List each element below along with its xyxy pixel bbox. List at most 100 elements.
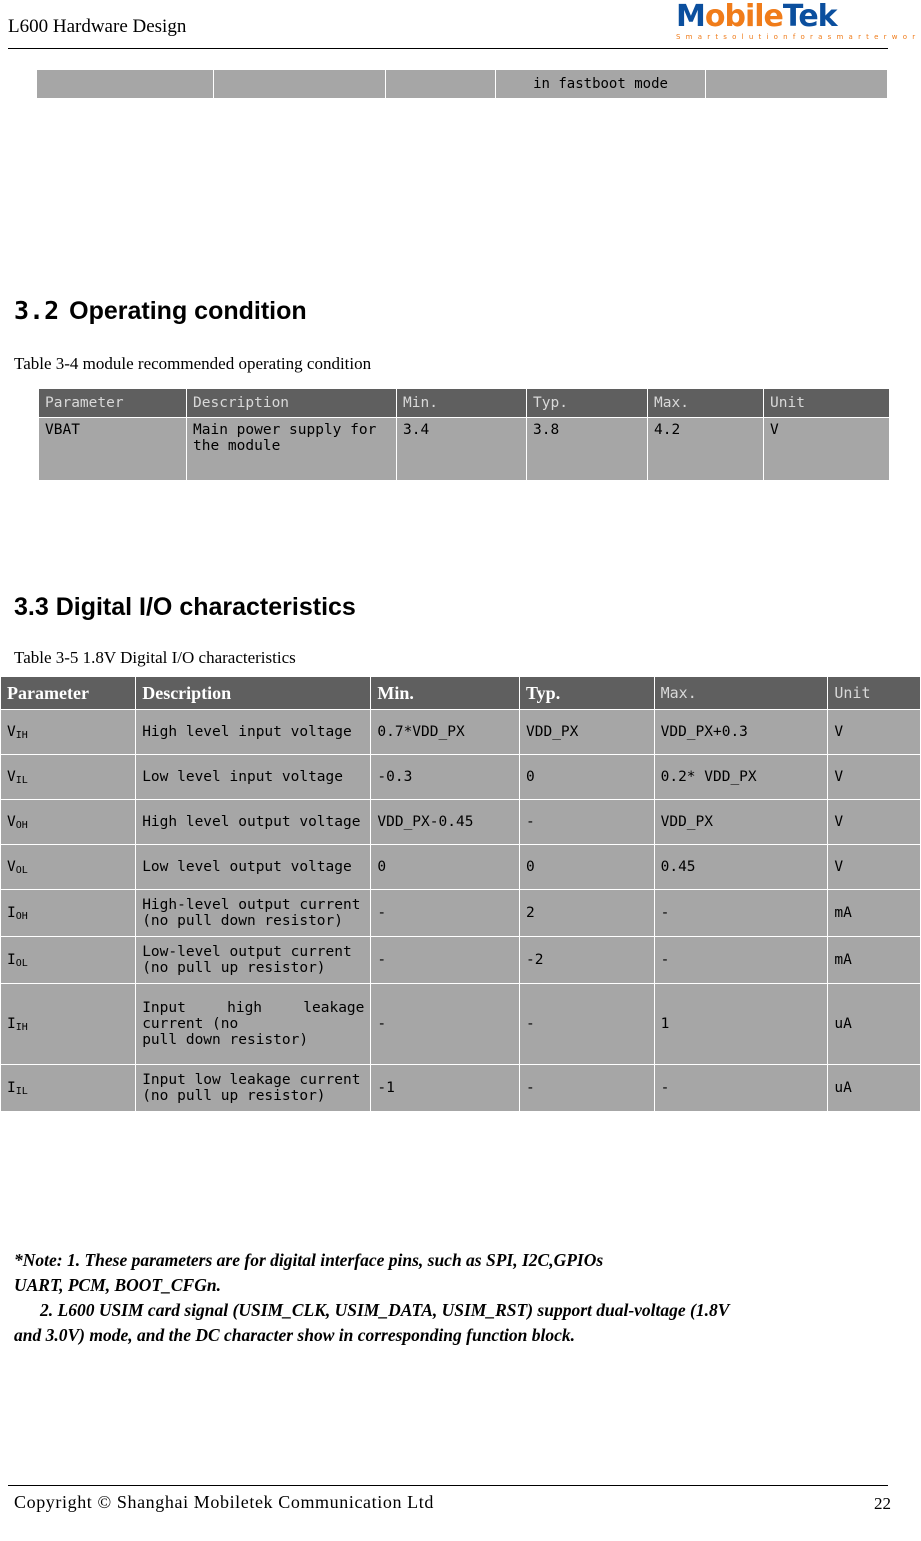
cell-description: High level input voltage [135, 709, 372, 755]
cell-parameter: VIL [0, 754, 137, 800]
cell-typ: - [519, 983, 655, 1065]
param-base: V [7, 814, 16, 830]
top-table-cell-1 [36, 69, 214, 99]
logo-wordmark: MobileTek [676, 2, 891, 32]
cell-parameter: IIL [0, 1064, 137, 1112]
cell-description-line-2: (no pull up resistor) [142, 960, 326, 976]
continued-table-fragment: in fastboot mode [36, 69, 888, 99]
cell-description: Low level output voltage [135, 844, 372, 890]
cell-description-line-2: (no pull up resistor) [142, 1088, 326, 1104]
logo-part-1: M [676, 0, 706, 34]
param-subscript: IL [15, 775, 28, 786]
table-row: IOL Low-level output current (no pull up… [0, 936, 921, 984]
param-subscript: OH [15, 911, 28, 922]
table-row: IOH High-level output current (no pull d… [0, 889, 921, 937]
cell-description-line-2: current (no [142, 1016, 239, 1032]
cell-max: VDD_PX+0.3 [653, 709, 829, 755]
cell-description: Low-level output current (no pull up res… [135, 936, 372, 984]
top-table-cell-4: in fastboot mode [495, 69, 706, 99]
section-title-3-2: Operating condition [69, 297, 307, 325]
top-table-cell-5 [705, 69, 888, 99]
cell-unit: uA [827, 1064, 921, 1112]
cell-max: - [653, 936, 829, 984]
param-base: I [7, 905, 16, 921]
cell-min: - [370, 889, 521, 937]
cell-description-line-1: Input low leakage current [142, 1072, 361, 1088]
table-caption-3-5: Table 3-5 1.8V Digital I/O characteristi… [14, 648, 296, 667]
header-divider [8, 48, 888, 49]
cell-unit: mA [827, 936, 921, 984]
note-line-1: *Note: 1. These parameters are for digit… [14, 1250, 604, 1270]
logo-tagline: S m a r t s o l u t i o n f o r a s m a … [676, 33, 921, 41]
header-parameter: Parameter [0, 676, 137, 710]
mobiletek-logo: MobileTek S m a r t s o l u t i o n f o … [676, 2, 921, 46]
table-caption-3-4: Table 3-4 module recommended operating c… [14, 354, 372, 373]
table-header-row: Parameter Description Min. Typ. Max. Uni… [38, 388, 890, 418]
cell-max: VDD_PX [653, 799, 829, 845]
cell-max: - [653, 1064, 829, 1112]
table-row: VIH High level input voltage 0.7*VDD_PX … [0, 709, 921, 755]
cell-description: Low level input voltage [135, 754, 372, 800]
cell-min: - [370, 936, 521, 984]
param-subscript: OH [15, 820, 28, 831]
cell-min: 0 [370, 844, 521, 890]
param-subscript: IL [15, 1086, 28, 1097]
cell-description-line-1: Main power supply for [193, 422, 377, 438]
top-table-cell-2 [213, 69, 386, 99]
section-number-3-2: 3.2 [14, 296, 60, 325]
footer-page-number: 22 [874, 1494, 891, 1513]
table-row: VIL Low level input voltage -0.3 0 0.2* … [0, 754, 921, 800]
table-row: in fastboot mode [36, 69, 888, 99]
cell-description: Input low leakage current (no pull up re… [135, 1064, 372, 1112]
cell-unit: mA [827, 889, 921, 937]
param-base: I [7, 952, 16, 968]
section-heading-3-3: 3.3 Digital I/O characteristics [14, 593, 356, 621]
note-line-4: and 3.0V) mode, and the DC character sho… [14, 1325, 576, 1345]
cell-max: 4.2 [647, 417, 764, 481]
cell-typ: 2 [519, 889, 655, 937]
header-unit: Unit [827, 676, 921, 710]
header-parameter: Parameter [38, 388, 187, 418]
header-min: Min. [396, 388, 527, 418]
header-typ: Typ. [519, 676, 655, 710]
param-subscript: IH [15, 730, 28, 741]
param-base: I [7, 1016, 16, 1032]
header-max: Max. [653, 676, 829, 710]
cell-description: High level output voltage [135, 799, 372, 845]
cell-unit: V [827, 799, 921, 845]
page-header: L600 Hardware Design MobileTek S m a r t… [0, 0, 921, 52]
header-unit: Unit [763, 388, 890, 418]
header-max: Max. [647, 388, 764, 418]
table-3-4: Parameter Description Min. Typ. Max. Uni… [38, 388, 890, 481]
cell-min: -0.3 [370, 754, 521, 800]
table-3-5: Parameter Description Min. Typ. Max. Uni… [0, 676, 921, 1112]
logo-part-2: obile [704, 0, 784, 34]
cell-description-line-1: Input high leakage [142, 1000, 365, 1016]
document-page: L600 Hardware Design MobileTek S m a r t… [0, 0, 921, 1541]
cell-description-line-1: High-level output current [142, 897, 361, 913]
note-line-3-text: 2. L600 USIM card signal (USIM_CLK, USIM… [40, 1300, 730, 1320]
cell-parameter: IOH [0, 889, 137, 937]
note-line-3: 2. L600 USIM card signal (USIM_CLK, USIM… [14, 1298, 904, 1323]
top-table-cell-3 [385, 69, 496, 99]
param-base: V [7, 769, 16, 785]
cell-unit: V [763, 417, 890, 481]
cell-unit: V [827, 709, 921, 755]
footer-divider [8, 1485, 888, 1486]
table-row: IIL Input low leakage current (no pull u… [0, 1064, 921, 1112]
footer-copyright: Copyright © Shanghai Mobiletek Communica… [14, 1492, 434, 1512]
note-line-2: UART, PCM, BOOT_CFGn. [14, 1275, 221, 1295]
cell-description-line-2: the module [193, 438, 281, 454]
cell-max: 0.2* VDD_PX [653, 754, 829, 800]
cell-description: Main power supply for the module [186, 417, 397, 481]
cell-parameter: IIH [0, 983, 137, 1065]
cell-typ: - [519, 1064, 655, 1112]
cell-min: VDD_PX-0.45 [370, 799, 521, 845]
cell-min: 3.4 [396, 417, 527, 481]
cell-description: Input high leakage current (no pull down… [135, 983, 372, 1065]
notes-block: *Note: 1. These parameters are for digit… [14, 1248, 904, 1348]
param-subscript: OL [15, 958, 28, 969]
cell-unit: V [827, 754, 921, 800]
table-row: IIH Input high leakage current (no pull … [0, 983, 921, 1065]
param-base: V [7, 724, 16, 740]
